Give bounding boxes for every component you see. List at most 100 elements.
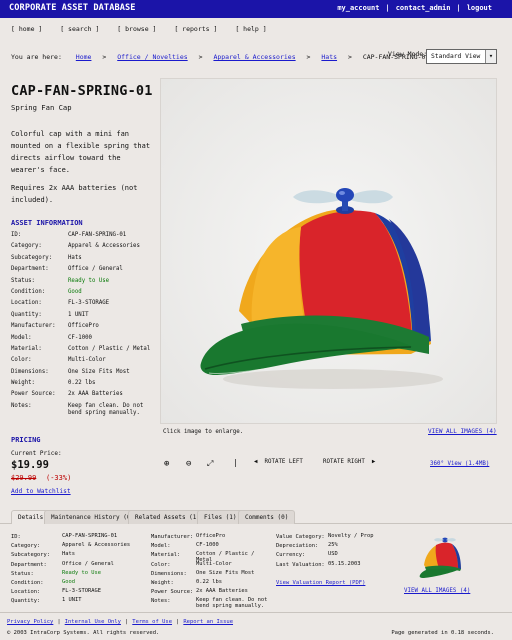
nav-search[interactable]: [ search ]	[60, 25, 99, 33]
thumbnail-cap-image	[414, 529, 470, 585]
field-value: CAP-FAN-SPRING-01	[68, 232, 127, 238]
rotate-right-button[interactable]: ROTATE RIGHT ▶	[323, 459, 375, 465]
asset-description: Colorful cap with a mini fan mounted on …	[11, 130, 151, 174]
field-value: OfficePro	[68, 323, 99, 330]
field-label: Material:	[151, 552, 181, 559]
chevron-down-icon: ▾	[485, 50, 496, 63]
field-label: Notes:	[151, 598, 171, 605]
field-label: Weight:	[151, 579, 174, 586]
field-label: Weight:	[11, 380, 35, 387]
my-account-link[interactable]: my_account	[337, 4, 379, 12]
field-label: Status:	[11, 570, 34, 577]
view-all-images-link[interactable]: VIEW ALL IMAGES (4)	[428, 428, 497, 435]
toolbar-divider: |	[233, 458, 238, 467]
terms-of-use-link[interactable]: Terms of Use	[132, 619, 172, 625]
original-price: $29.99	[11, 474, 37, 482]
table-row: Status: Ready to Use	[11, 278, 158, 289]
product-thumbnail[interactable]	[414, 529, 470, 585]
pricing-heading: PRICING	[11, 436, 41, 444]
field-label: Subcategory:	[11, 254, 53, 261]
breadcrumb-separator: >	[306, 53, 311, 61]
app-title: CORPORATE ASSET DATABASE	[9, 3, 136, 13]
breadcrumb-apparel[interactable]: Apparel & Accessories	[213, 53, 295, 61]
zoom-in-icon[interactable]: ⊕	[164, 459, 169, 469]
privacy-policy-link[interactable]: Privacy Policy	[7, 619, 53, 625]
tab-files[interactable]: Files (1)	[197, 510, 244, 524]
rotate-left-button[interactable]: ◀ ROTATE LEFT	[254, 459, 303, 465]
table-row: Last Valuation: 05.15.2003	[276, 560, 388, 571]
table-row: Material: Cotton / Plastic / Metal	[11, 346, 158, 357]
header-links: my_account | contact_admin | logout	[337, 4, 492, 12]
field-label: Dimensions:	[11, 368, 49, 375]
field-value: Apparel & Accessories	[68, 243, 140, 250]
asset-info-table: ID: CAP-FAN-SPRING-01 Category: Apparel & A…	[11, 232, 158, 416]
table-row: Condition: Good	[11, 289, 158, 300]
field-value: Multi-Color	[68, 357, 106, 364]
view-all-images-link-bottom[interactable]: VIEW ALL IMAGES (4)	[404, 588, 470, 594]
asset-info-heading: ASSET INFORMATION	[11, 219, 83, 227]
valuation-report-link[interactable]: View Valuation Report (PDF)	[276, 580, 365, 586]
field-value: One Size Fits Most	[68, 368, 130, 375]
field-label: Category:	[11, 243, 42, 250]
zoom-out-icon[interactable]: ⊖	[186, 459, 191, 469]
footer-divider	[0, 612, 512, 613]
field-value: 1 UNIT	[68, 311, 89, 318]
tab-comments[interactable]: Comments (0)	[238, 510, 296, 524]
view-mode-select[interactable]: Standard View ▾	[426, 49, 497, 64]
field-label: Department:	[11, 561, 47, 568]
field-value: CF-1000	[68, 334, 92, 341]
field-value: FL-3-STORAGE	[68, 300, 110, 307]
breadcrumb-home[interactable]: Home	[76, 53, 92, 61]
nav-home[interactable]: [ home ]	[11, 25, 42, 33]
field-label: Currency:	[276, 552, 306, 559]
table-row: Status: Ready to Use	[11, 570, 148, 580]
field-value: Office / General	[68, 266, 123, 273]
nav-browse[interactable]: [ browse ]	[117, 25, 156, 33]
table-row: ID: CAP-FAN-SPRING-01	[11, 232, 158, 243]
top-header-bar: CORPORATE ASSET DATABASE my_account | cont…	[0, 0, 512, 18]
field-value: 1 UNIT	[62, 597, 82, 604]
field-value: 05.15.2003	[328, 560, 361, 567]
field-label: Power Source:	[11, 391, 56, 398]
breadcrumb-office-novelties[interactable]: Office / Novelties	[117, 53, 187, 61]
table-row: Notes: Keep fan clean. Do not bend spring…	[11, 402, 158, 416]
fullscreen-icon[interactable]: ⤢	[207, 459, 213, 469]
field-label: Location:	[11, 300, 42, 307]
field-label: Last Valuation:	[276, 561, 325, 568]
tab-bar: Details Maintenance History (0) Related …	[11, 510, 501, 524]
table-row: Notes: Keep fan clean. Do not bend spring…	[151, 597, 271, 609]
contact-admin-link[interactable]: contact_admin	[396, 4, 451, 12]
tab-related-assets[interactable]: Related Assets (1)	[128, 510, 208, 524]
breadcrumb-separator: >	[102, 53, 107, 61]
nav-help[interactable]: [ help ]	[235, 25, 266, 33]
360-view-link[interactable]: 360° View (1.4MB)	[430, 461, 489, 467]
details-column-specs: Manufacturer: OfficePro Model: CF-1000 Mater…	[151, 533, 271, 609]
field-label: Condition:	[11, 288, 46, 295]
table-row: Color: Multi-Color	[11, 357, 158, 368]
table-row: Department: Office / General	[11, 266, 158, 277]
field-label: Model:	[151, 543, 171, 550]
field-label: Color:	[151, 561, 171, 568]
main-nav: [ home ] [ search ] [ browse ] [ reports…	[11, 25, 281, 33]
internal-use-link[interactable]: Internal Use Only	[65, 619, 121, 625]
table-row: Subcategory: Hats	[11, 255, 158, 266]
details-column-valuation: Value Category: Novelty / Prop Depreciatio…	[276, 533, 388, 571]
table-row: Quantity: 1 UNIT	[11, 597, 148, 607]
current-price-label: Current Price:	[11, 450, 62, 457]
field-label: Notes:	[11, 402, 32, 409]
tab-maintenance-history[interactable]: Maintenance History (0)	[44, 510, 142, 524]
report-issue-link[interactable]: Report an Issue	[183, 619, 233, 625]
add-to-watchlist-link[interactable]: Add to Watchlist	[11, 488, 71, 495]
field-value: 2x AAA Batteries	[68, 391, 123, 398]
product-image[interactable]	[160, 78, 497, 424]
breadcrumb-hats[interactable]: Hats	[321, 53, 337, 61]
field-value: Good	[68, 288, 82, 295]
breadcrumb-prefix: You are here:	[11, 53, 62, 61]
field-value: Hats	[68, 254, 82, 261]
nav-reports[interactable]: [ reports ]	[174, 25, 217, 33]
field-label: Department:	[11, 266, 49, 273]
field-label: Value Category:	[276, 534, 325, 540]
table-row: Weight: 0.22 lbs	[11, 380, 158, 391]
logout-link[interactable]: logout	[467, 4, 492, 12]
copyright: © 2003 IntraCorp Systems. All rights res…	[7, 630, 160, 636]
